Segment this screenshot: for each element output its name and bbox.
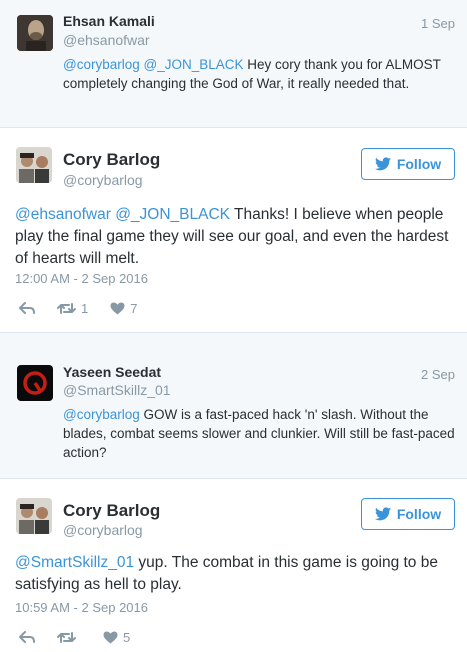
follow-label: Follow	[396, 156, 442, 172]
tweet-date[interactable]: 2 Sep	[421, 367, 455, 382]
heart-icon	[103, 631, 118, 644]
reply-button[interactable]	[19, 631, 35, 644]
tweet-text: @corybarlog GOW is a fast-paced hack 'n'…	[63, 405, 458, 462]
mention-link[interactable]: @SmartSkillz_01	[15, 554, 134, 571]
main-tweet-cory-1: Cory Barlog @corybarlog Follow @ehsanofw…	[0, 128, 467, 332]
tweet-timestamp[interactable]: 10:59 AM - 2 Sep 2016	[15, 600, 148, 615]
reply-icon	[19, 302, 35, 314]
twitter-bird-icon	[374, 507, 391, 521]
mention-link[interactable]: @corybarlog	[63, 407, 140, 422]
main-tweet-cory-2: Cory Barlog @corybarlog Follow @SmartSki…	[0, 479, 467, 652]
tweet-timestamp[interactable]: 12:00 AM - 2 Sep 2016	[15, 271, 148, 286]
avatar[interactable]	[16, 147, 52, 183]
reply-icon	[19, 631, 35, 643]
retweet-button[interactable]	[57, 631, 81, 644]
tweet-text: @SmartSkillz_01 yup. The combat in this …	[15, 552, 460, 596]
mention-link[interactable]: @_JON_BLACK	[144, 57, 244, 72]
heart-icon	[110, 302, 125, 315]
avatar[interactable]	[17, 15, 53, 51]
avatar[interactable]	[17, 365, 53, 401]
retweet-button[interactable]: 1	[57, 301, 88, 316]
retweet-count: 1	[81, 301, 89, 316]
author-handle[interactable]: @corybarlog	[63, 522, 143, 538]
like-count: 7	[130, 301, 138, 316]
like-button[interactable]: 7	[110, 301, 137, 316]
follow-label: Follow	[396, 506, 442, 522]
retweet-icon	[57, 632, 76, 643]
like-button[interactable]: 5	[103, 630, 130, 645]
mention-link[interactable]: @_JON_BLACK	[115, 206, 230, 223]
reply-tweet-yaseen: Yaseen Seedat @SmartSkillz_01 2 Sep @cor…	[0, 333, 467, 478]
tweet-text: @ehsanofwar @_JON_BLACK Thanks! I believ…	[15, 204, 460, 270]
author-name[interactable]: Cory Barlog	[63, 501, 160, 521]
twitter-bird-icon	[374, 157, 391, 171]
tweet-actions: 1 7	[19, 301, 159, 316]
author-handle[interactable]: @SmartSkillz_01	[63, 382, 171, 398]
author-handle[interactable]: @corybarlog	[63, 172, 143, 188]
tweet-actions: 5	[19, 630, 152, 645]
author-handle[interactable]: @ehsanofwar	[63, 32, 150, 48]
tweet-text: @corybarlog @_JON_BLACK Hey cory thank y…	[63, 55, 458, 93]
tweet-date[interactable]: 1 Sep	[421, 16, 455, 31]
author-name[interactable]: Ehsan Kamali	[63, 13, 155, 29]
author-name[interactable]: Cory Barlog	[63, 150, 160, 170]
retweet-icon	[57, 303, 76, 314]
reply-button[interactable]	[19, 302, 35, 315]
mention-link[interactable]: @ehsanofwar	[15, 206, 111, 223]
avatar[interactable]	[16, 498, 52, 534]
like-count: 5	[123, 630, 131, 645]
follow-button[interactable]: Follow	[361, 148, 455, 180]
reply-tweet-ehsan: Ehsan Kamali @ehsanofwar 1 Sep @corybarl…	[0, 0, 467, 127]
follow-button[interactable]: Follow	[361, 498, 455, 530]
mention-link[interactable]: @corybarlog	[63, 57, 140, 72]
author-name[interactable]: Yaseen Seedat	[63, 364, 161, 380]
